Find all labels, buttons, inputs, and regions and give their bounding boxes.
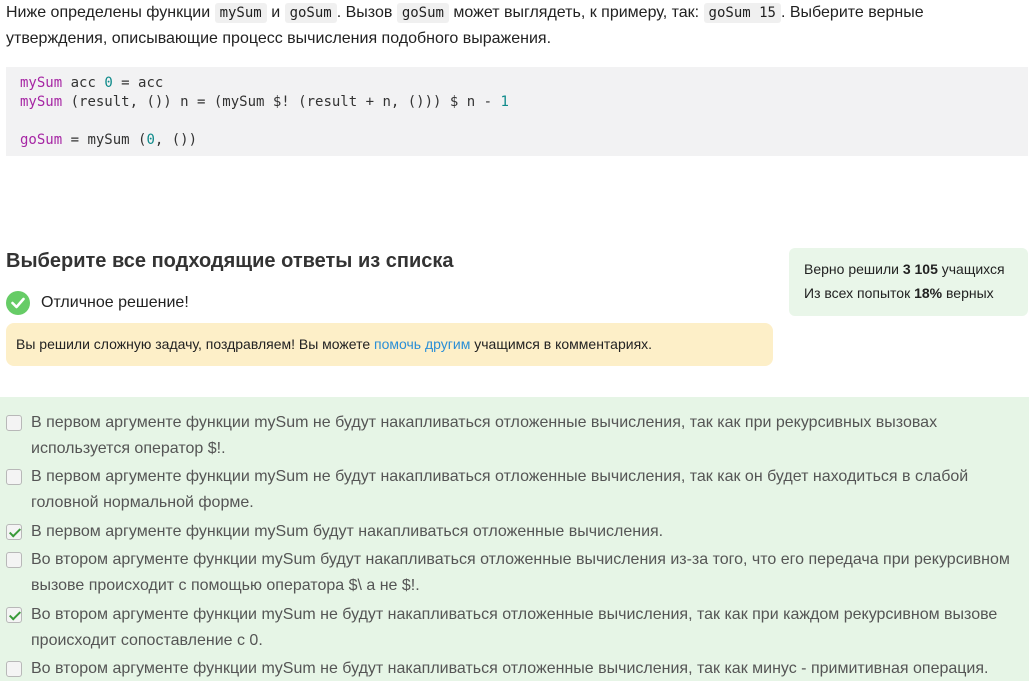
notice-text: учащимся в комментариях. [470,336,653,352]
code-block: mySum acc 0 = acc mySum (result, ()) n =… [6,67,1028,156]
stats-panel: Верно решили 3 105 учащихся Из всех попы… [789,248,1028,316]
stats-text: учащихся [937,261,1005,277]
statement-text: Ниже определены функции [6,4,211,21]
code-token: 1 [500,94,509,110]
option-label: Во втором аргументе функции mySum не буд… [31,660,989,677]
answer-option[interactable]: В первом аргументе функции mySum не буду… [6,410,1016,462]
stats-solved: Верно решили 3 105 учащихся [804,257,1013,281]
answer-option[interactable]: Во втором аргументе функции mySum не буд… [6,656,1016,681]
stats-success-rate: Из всех попыток 18% верных [804,281,1013,305]
result-status: Отличное решение! [6,291,189,315]
help-others-link[interactable]: помочь другим [374,336,470,352]
option-label: В первом аргументе функции mySum будут н… [31,523,664,540]
code-token: goSum [20,132,63,148]
option-label: Во втором аргументе функции mySum не буд… [31,606,998,649]
statement-text: может выглядеть, к примеру, так: [453,4,700,21]
result-label: Отличное решение! [41,294,189,311]
option-checkbox[interactable] [6,524,22,540]
statement-line-1: Ниже определены функции mySum и goSum. В… [6,0,1016,26]
statement-text: и [271,4,281,21]
code-token: mySum [20,94,63,110]
inline-code-example: goSum 15 [703,3,781,23]
problem-statement: Ниже определены функции mySum и goSum. В… [6,0,1016,52]
code-token: (result, ()) n = (mySum $! (result + n, … [62,94,501,110]
question-heading: Выберите все подходящие ответы из списка [6,250,454,272]
option-checkbox[interactable] [6,607,22,623]
answer-options: В первом аргументе функции mySum не буду… [0,397,1029,681]
stats-text: Верно решили [804,261,903,277]
option-label: В первом аргументе функции mySum не буду… [31,468,969,511]
option-checkbox[interactable] [6,661,22,677]
code-token: 0 [104,75,113,91]
statement-line-2: утверждения, описывающие процесс вычисле… [6,30,552,47]
code-token: 0 [146,132,155,148]
statement-text: . Вызов [336,4,393,21]
inline-code-gosum-call: goSum [396,3,449,23]
option-label: В первом аргументе функции mySum не буду… [31,414,938,457]
stats-solved-count: 3 105 [902,261,938,277]
statement-text: . Выберите верные [780,4,924,21]
inline-code-gosum: goSum [284,3,337,23]
option-checkbox[interactable] [6,415,22,431]
code-token: mySum [20,75,63,91]
code-token: = mySum ( [62,132,147,148]
option-checkbox[interactable] [6,552,22,568]
answer-option[interactable]: Во втором аргументе функции mySum будут … [6,547,1016,599]
code-token: acc [62,75,105,91]
answer-option[interactable]: В первом аргументе функции mySum не буду… [6,464,1016,516]
stats-text: верных [942,285,994,301]
code-token: , ()) [154,132,198,148]
option-checkbox[interactable] [6,469,22,485]
code-token: = acc [112,75,164,91]
stats-rate-value: 18% [914,285,943,301]
inline-code-mysum: mySum [214,3,267,23]
congrats-notice: Вы решили сложную задачу, поздравляем! В… [6,323,773,366]
stats-text: Из всех попыток [804,285,915,301]
notice-text: Вы решили сложную задачу, поздравляем! В… [16,336,375,352]
answer-option[interactable]: В первом аргументе функции mySum будут н… [6,519,1016,545]
success-check-icon [6,291,30,315]
answer-option[interactable]: Во втором аргументе функции mySum не буд… [6,602,1016,654]
option-label: Во втором аргументе функции mySum будут … [31,551,1010,594]
